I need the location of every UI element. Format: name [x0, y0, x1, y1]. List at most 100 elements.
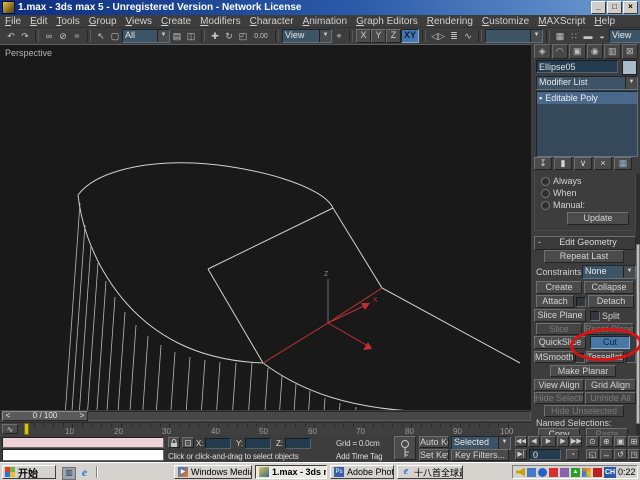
- selection-filter-combo[interactable]: All ▼: [122, 29, 170, 43]
- network-icon[interactable]: [582, 468, 591, 477]
- tray-app-icon[interactable]: [527, 468, 536, 477]
- render-view-combo[interactable]: View: [609, 29, 640, 43]
- mini-curve-editor-icon[interactable]: ∿: [2, 424, 18, 434]
- menu-item[interactable]: Customize: [482, 16, 529, 27]
- redo-icon[interactable]: ↷: [18, 30, 32, 43]
- manual-radio[interactable]: [541, 201, 550, 210]
- remove-modifier-icon[interactable]: ×: [594, 157, 612, 170]
- chevron-down-icon[interactable]: ▼: [157, 30, 169, 42]
- unhide-all-button[interactable]: Unhide All: [585, 392, 636, 404]
- language-indicator[interactable]: CH: [604, 467, 616, 478]
- current-frame-marker[interactable]: [24, 423, 29, 435]
- mirror-icon[interactable]: ◁▷: [429, 30, 447, 43]
- scale-icon[interactable]: ◰: [236, 30, 250, 43]
- slice-button[interactable]: Slice: [536, 323, 582, 335]
- update-button[interactable]: Update: [567, 212, 629, 225]
- menu-item[interactable]: Modifiers: [200, 16, 241, 27]
- select-object-icon[interactable]: ↖: [94, 30, 108, 43]
- show-end-result-icon[interactable]: ▮: [554, 157, 572, 170]
- messenger-icon[interactable]: [538, 468, 547, 477]
- zoom-icon[interactable]: ⊙: [586, 436, 599, 447]
- key-filters-button[interactable]: Key Filters...: [451, 449, 509, 461]
- repeat-last-button[interactable]: Repeat Last: [544, 250, 624, 263]
- detach-button[interactable]: Detach: [588, 295, 634, 308]
- grid-align-button[interactable]: Grid Align: [585, 379, 636, 391]
- edit-geometry-rollout-header[interactable]: - Edit Geometry: [534, 236, 636, 250]
- bulb-icon[interactable]: ▪: [539, 92, 542, 104]
- window-crossing-icon[interactable]: ◫: [184, 30, 198, 43]
- create-button[interactable]: Create: [536, 281, 582, 294]
- view-align-button[interactable]: View Align: [534, 379, 584, 391]
- viewport-canvas[interactable]: Z X: [0, 45, 531, 411]
- z-coordinate-field[interactable]: [285, 438, 311, 449]
- motion-tab-icon[interactable]: ◉: [587, 44, 604, 59]
- chevron-down-icon[interactable]: ▼: [625, 77, 637, 89]
- selection-lock-icon[interactable]: [168, 437, 180, 448]
- object-color-swatch[interactable]: [622, 60, 637, 75]
- menu-item[interactable]: Tools: [56, 16, 79, 27]
- pan-icon[interactable]: ↔: [600, 449, 613, 460]
- set-key-toggle-icon[interactable]: [394, 436, 416, 460]
- show-desktop-icon[interactable]: ▥: [62, 467, 76, 480]
- use-pivot-icon[interactable]: ⌖: [332, 30, 346, 43]
- hide-unselected-button[interactable]: Hide Unselected: [544, 405, 624, 417]
- maximize-button[interactable]: □: [607, 1, 622, 14]
- time-configuration-icon[interactable]: ◔: [566, 449, 579, 460]
- maxscript-listener-pink[interactable]: [2, 437, 164, 448]
- menu-item[interactable]: Views: [126, 16, 153, 27]
- select-link-icon[interactable]: ∞: [42, 30, 56, 43]
- stack-item-editable-poly[interactable]: ▪ Editable Poly: [537, 92, 637, 104]
- msmooth-button[interactable]: MSmooth: [534, 351, 574, 363]
- go-to-start-icon[interactable]: ◀◀: [515, 436, 527, 447]
- antivirus-icon[interactable]: [593, 468, 602, 477]
- key-mode-toggle-icon[interactable]: ▶|: [515, 449, 527, 460]
- app-icon[interactable]: [2, 1, 15, 14]
- hide-selected-button[interactable]: Hide Selected: [534, 392, 584, 404]
- menu-item[interactable]: Rendering: [427, 16, 473, 27]
- selection-region-icon[interactable]: ▢: [108, 30, 122, 43]
- render-type-icon[interactable]: ▬: [581, 30, 595, 43]
- region-zoom-icon[interactable]: ◱: [586, 449, 599, 460]
- restrict-x-button[interactable]: X: [356, 29, 371, 43]
- task-photoshop[interactable]: Ps Adobe Photoshop: [330, 465, 394, 479]
- absolute-mode-icon[interactable]: ⊡: [182, 437, 194, 448]
- arc-rotate-icon[interactable]: ↺: [614, 449, 627, 460]
- time-slider-handle[interactable]: < 0 / 100 >: [2, 411, 88, 421]
- tray-app-icon[interactable]: [560, 468, 569, 477]
- configure-modifier-sets-icon[interactable]: ▦: [614, 157, 632, 170]
- menu-item[interactable]: Edit: [30, 16, 47, 27]
- track-bar[interactable]: ∿ 10 20 30 40 50 60 70 80 90 100: [0, 422, 531, 435]
- unlink-icon[interactable]: ⊘: [56, 30, 70, 43]
- previous-frame-icon[interactable]: ◀: [528, 436, 540, 447]
- menu-item[interactable]: Create: [161, 16, 191, 27]
- modifier-stack[interactable]: ▪ Editable Poly: [536, 91, 638, 157]
- split-checkbox[interactable]: [590, 311, 600, 321]
- rotate-icon[interactable]: ↻: [222, 30, 236, 43]
- collapse-button[interactable]: Collapse: [584, 281, 634, 294]
- menu-item[interactable]: Help: [594, 16, 615, 27]
- y-coordinate-field[interactable]: [245, 438, 271, 449]
- named-sets-combo[interactable]: ▼: [485, 29, 543, 43]
- coord-system-combo[interactable]: View ▼: [282, 29, 332, 43]
- zoom-extents-all-icon[interactable]: ⊞: [628, 436, 640, 447]
- constraints-combo[interactable]: None ▼: [582, 265, 636, 279]
- undo-icon[interactable]: ↶: [4, 30, 18, 43]
- go-to-end-icon[interactable]: ▶▶: [570, 436, 582, 447]
- hierarchy-tab-icon[interactable]: ▣: [569, 44, 586, 59]
- utilities-tab-icon[interactable]: ⊠: [622, 44, 639, 59]
- min-max-toggle-icon[interactable]: ◳: [628, 449, 640, 460]
- bind-spacewarp-icon[interactable]: ≈: [70, 30, 84, 43]
- curve-editor-icon[interactable]: ∿: [461, 30, 475, 43]
- security-icon[interactable]: [549, 468, 558, 477]
- play-icon[interactable]: ▶: [541, 436, 556, 447]
- object-name-field[interactable]: Ellipse05: [536, 60, 618, 73]
- render-scene-icon[interactable]: ▦: [553, 30, 567, 43]
- menu-item[interactable]: Group: [89, 16, 117, 27]
- pin-stack-icon[interactable]: ↧: [534, 157, 552, 170]
- chevron-down-icon[interactable]: ▼: [623, 266, 635, 278]
- quick-render-icon[interactable]: ◒: [595, 30, 609, 43]
- menu-item[interactable]: Animation: [303, 16, 347, 27]
- restrict-z-button[interactable]: Z: [386, 29, 401, 43]
- maxscript-listener-white[interactable]: [2, 449, 164, 461]
- make-unique-icon[interactable]: ∨: [574, 157, 592, 170]
